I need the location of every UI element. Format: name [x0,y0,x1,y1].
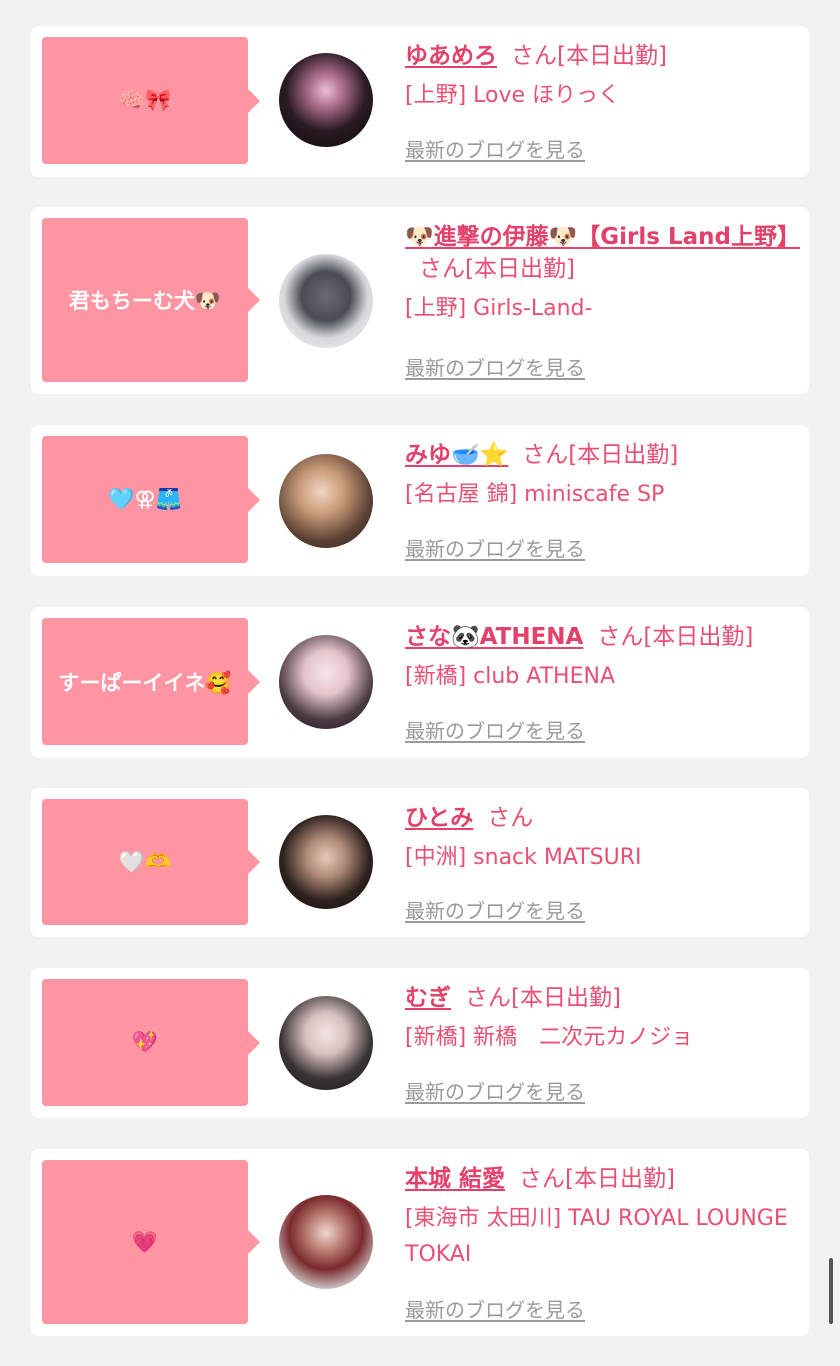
cast-name-link[interactable]: 🐶進撃の伊藤🐶【Girls Land上野】 [405,224,800,250]
shop-name: [上野] Love ほりっく [405,83,621,108]
comment-text: 🤍🫶 [118,849,172,874]
shop-name: [名古屋 錦] miniscafe SP [405,482,665,507]
comment-bubble: 君もちーむ犬🐶 [42,218,260,382]
comment-text: 🩵⚢🩳 [108,487,182,511]
cast-name-link[interactable]: さな🐼ATHENA [405,624,583,650]
shop-name: [中洲] snack MATSURI [405,845,642,870]
blog-card: すーぱーイイネ🥰 さな🐼ATHENA さん[本日出勤] [新橋] club ATH… [31,607,809,758]
honorific-status: さん[本日出勤] [522,442,679,468]
comment-bubble: すーぱーイイネ🥰 [42,618,260,745]
latest-blog-link[interactable]: 最新のブログを見る [405,352,585,381]
comment-text: 君もちーむ犬🐶 [68,289,222,313]
blog-card: 🩵⚢🩳 みゆ🥣⭐️ さん[本日出勤] [名古屋 錦] miniscafe SP 最… [31,425,809,576]
blog-card: 君もちーむ犬🐶 🐶進撃の伊藤🐶【Girls Land上野】さん[本日出勤] [上… [31,207,809,394]
comment-bubble: 🧠🎀 [42,37,260,164]
honorific-status: さん[本日出勤] [419,256,575,282]
cast-name-link[interactable]: ゆあめろ [405,43,497,69]
honorific-status: さん [487,805,534,831]
blog-card: 🤍🫶 ひとみ さん [中洲] snack MATSURI 最新のブログを見る [31,788,809,937]
comment-text: すーぱーイイネ🥰 [58,670,232,695]
comment-bubble: 🩵⚢🩳 [42,436,260,563]
avatar[interactable] [279,635,373,729]
shop-name: [上野] Girls-Land- [405,296,593,321]
latest-blog-link[interactable]: 最新のブログを見る [405,134,585,163]
latest-blog-link[interactable]: 最新のブログを見る [405,895,585,924]
comment-text: 🧠🎀 [118,88,172,112]
shop-name: [新橋] club ATHENA [405,664,615,689]
cast-name-link[interactable]: ひとみ [405,805,473,831]
comment-text: 💗 [131,1229,159,1254]
avatar[interactable] [279,454,373,548]
avatar[interactable] [279,254,373,348]
honorific-status: さん[本日出勤] [511,43,667,69]
latest-blog-link[interactable]: 最新のブログを見る [405,715,585,744]
comment-bubble: 💗 [42,1160,260,1324]
avatar[interactable] [279,53,373,147]
blog-card: 💖 むぎ さん[本日出勤] [新橋] 新橋 二次元カノジョ 最新のブログを見る [31,968,809,1118]
latest-blog-link[interactable]: 最新のブログを見る [405,533,585,562]
cast-name-link[interactable]: みゆ🥣⭐️ [405,442,508,468]
blog-card: 🧠🎀 ゆあめろ さん[本日出勤] [上野] Love ほりっく 最新のブログを見る [31,26,809,177]
avatar[interactable] [279,815,373,909]
honorific-status: さん[本日出勤] [465,985,621,1011]
blog-card: 💗 本城 結愛 さん[本日出勤] [東海市 太田川] TAU ROYAL LOUN… [31,1149,809,1336]
latest-blog-link[interactable]: 最新のブログを見る [405,1076,585,1105]
cast-name-link[interactable]: 本城 結愛 [405,1166,505,1192]
cast-name-link[interactable]: むぎ [405,985,451,1011]
comment-bubble: 🤍🫶 [42,799,260,925]
avatar[interactable] [279,996,373,1090]
shop-name: [東海市 太田川] TAU ROYAL LOUNGE TOKAI [405,1206,788,1267]
scrollbar[interactable] [829,1258,833,1324]
avatar[interactable] [279,1195,373,1289]
comment-bubble: 💖 [42,979,260,1106]
shop-name: [新橋] 新橋 二次元カノジョ [405,1025,694,1050]
comment-text: 💖 [131,1030,159,1054]
latest-blog-link[interactable]: 最新のブログを見る [405,1294,585,1323]
honorific-status: さん[本日出勤] [597,624,754,650]
honorific-status: さん[本日出勤] [519,1166,675,1192]
